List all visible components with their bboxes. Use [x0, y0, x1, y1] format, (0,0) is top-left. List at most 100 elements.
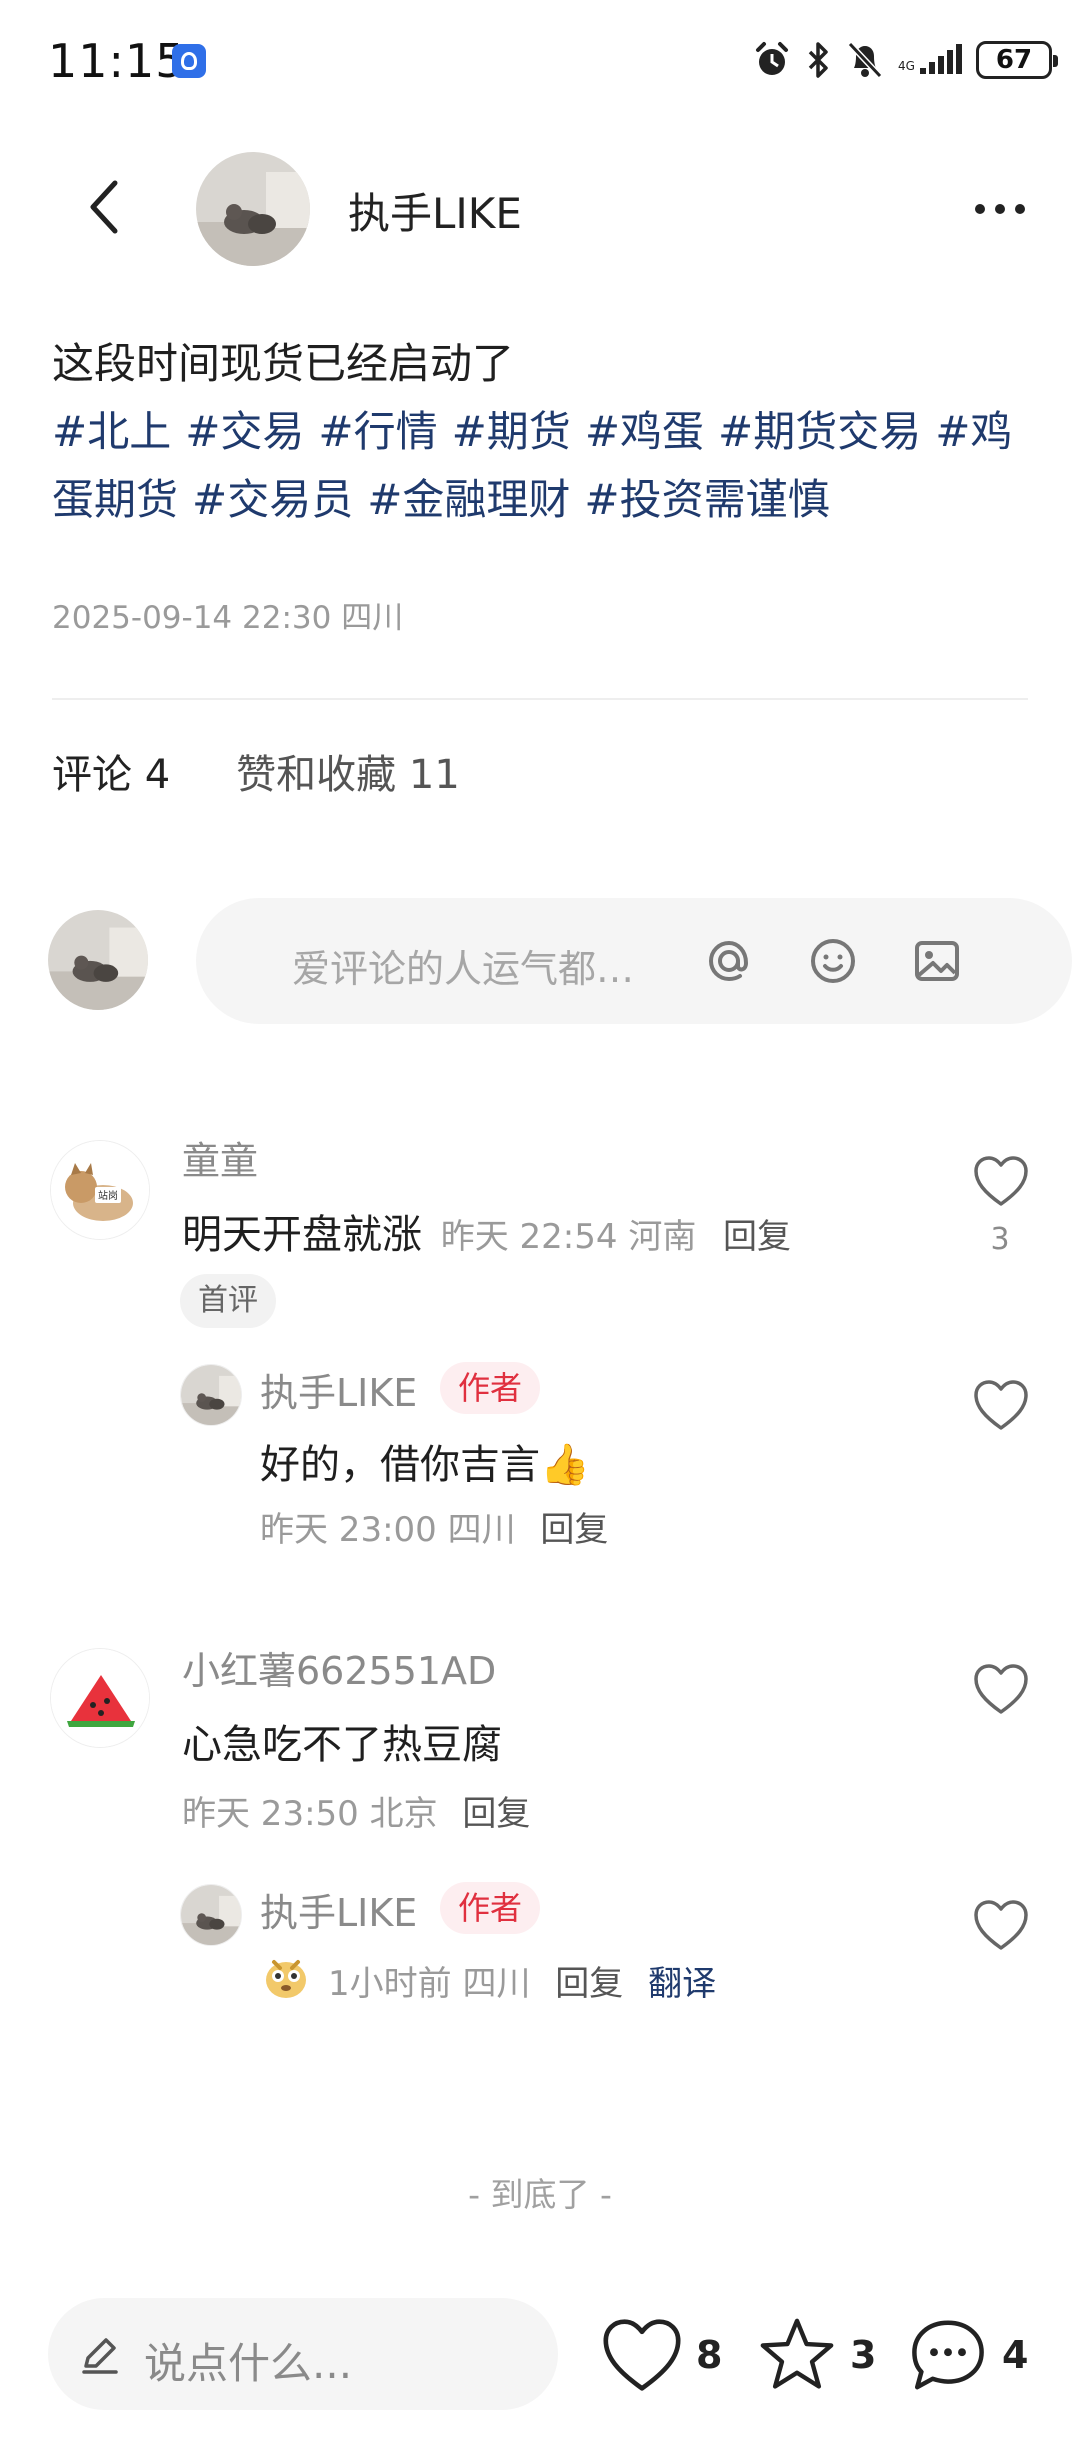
author-avatar[interactable] — [196, 152, 310, 266]
emoji-button[interactable] — [800, 928, 866, 994]
author-name[interactable]: 执手LIKE — [348, 180, 522, 241]
my-avatar — [48, 910, 148, 1010]
comment-count: 4 — [1002, 2333, 1029, 2377]
reply-meta: 昨天 23:00 四川 — [260, 1510, 516, 1550]
status-time: 11:15 — [48, 34, 186, 88]
heart-icon — [603, 2319, 681, 2391]
meerkat-sticker-icon — [266, 1960, 306, 1998]
tag-link[interactable]: #投资需谨慎 — [584, 475, 829, 524]
collect-count: 3 — [850, 2333, 877, 2377]
star-icon — [760, 2318, 834, 2389]
first-comment-badge: 首评 — [180, 1274, 276, 1328]
like-button[interactable]: 8 — [600, 2310, 722, 2400]
comment-text: 明天开盘就涨 — [182, 1212, 422, 1258]
pencil-icon — [82, 2338, 118, 2374]
tag-link[interactable]: #鸡蛋 — [585, 407, 704, 456]
tag-link[interactable]: #交易 — [185, 407, 304, 456]
divider — [52, 698, 1028, 700]
comment-like-button[interactable] — [970, 1658, 1032, 1720]
comment-button[interactable]: 4 — [906, 2310, 1028, 2400]
heart-icon — [974, 1664, 1028, 1714]
image-icon — [915, 941, 959, 981]
like-count: 8 — [696, 2333, 723, 2377]
image-button[interactable] — [904, 928, 970, 994]
dogs-photo-avatar — [196, 152, 310, 266]
comment-meta-row: 昨天 23:50 北京 回复 — [182, 1786, 530, 1835]
reply-meta: 1小时前 四川 — [328, 1964, 531, 2004]
tag-link[interactable]: #交易员 — [192, 475, 353, 524]
comment-tabs: 评论 4 赞和收藏 11 — [52, 742, 460, 802]
back-button[interactable] — [70, 172, 140, 242]
alarm-icon — [756, 42, 788, 75]
comment-text: 心急吃不了热豆腐 — [182, 1722, 502, 1768]
heart-icon — [974, 1900, 1028, 1950]
shiba-dog-avatar: 站岗 — [51, 1141, 149, 1239]
commenter-name[interactable]: 小红薯662551AD — [182, 1640, 496, 1695]
reply-like-button[interactable] — [970, 1894, 1032, 1956]
reply-button[interactable]: 回复 — [540, 1510, 608, 1550]
reply-button[interactable]: 回复 — [555, 1964, 623, 2004]
replier-name[interactable]: 执手LIKE — [260, 1362, 417, 1417]
reply-meta-row: 1小时前 四川 回复 翻译 — [328, 1956, 716, 2005]
comment-input-placeholder: 爱评论的人运气都… — [292, 947, 635, 991]
comment-composer: 爱评论的人运气都… — [48, 898, 1072, 1024]
heart-icon — [974, 1156, 1028, 1206]
battery-level: 67 — [995, 45, 1033, 75]
bluetooth-icon — [808, 42, 828, 78]
author-badge: 作者 — [440, 1362, 541, 1414]
more-options-button[interactable] — [960, 174, 1040, 244]
post-tags: #北上 #交易 #行情 #期货 #鸡蛋 #期货交易 #鸡蛋期货 #交易员 #金融理财 #投资需谨慎 — [52, 398, 1032, 534]
mention-button[interactable] — [696, 928, 762, 994]
mute-bell-icon — [847, 41, 883, 79]
dogs-photo-avatar — [181, 1365, 241, 1425]
bottom-action-bar: 说点什么... 8 3 4 — [0, 2280, 1080, 2440]
dogs-photo-avatar — [181, 1885, 241, 1945]
tab-comments[interactable]: 评论 4 — [52, 742, 170, 802]
notification-app-icon — [172, 44, 206, 78]
comment-meta: 昨天 23:50 北京 — [182, 1794, 438, 1834]
bottom-comment-input[interactable]: 说点什么... — [48, 2298, 558, 2410]
tag-link[interactable]: #期货 — [452, 407, 571, 456]
status-icons: 4G 67 — [752, 36, 1058, 84]
heart-icon — [974, 1380, 1028, 1430]
commenter-avatar[interactable] — [50, 1648, 150, 1748]
end-of-list-text: - 到底了 - — [468, 2175, 612, 2214]
comment-input[interactable]: 爱评论的人运气都… — [196, 898, 1072, 1024]
svg-text:4G: 4G — [898, 59, 915, 73]
smiley-icon — [811, 939, 855, 983]
watermelon-avatar — [51, 1649, 149, 1747]
reply-button[interactable]: 回复 — [723, 1217, 791, 1257]
author-badge: 作者 — [440, 1882, 541, 1934]
replier-avatar[interactable] — [180, 1884, 242, 1946]
post-body: 这段时间现货已经启动了 #北上 #交易 #行情 #期货 #鸡蛋 #期货交易 #鸡蛋期货 #交易… — [52, 330, 1032, 534]
tag-link[interactable]: #北上 — [52, 407, 171, 456]
status-bar: 11:15 4G 67 — [0, 0, 1080, 120]
chevron-left-icon — [90, 180, 118, 234]
post-meta: 2025-09-14 22:30 四川 — [52, 600, 404, 636]
dot-icon — [1015, 204, 1025, 214]
commenter-avatar[interactable]: 站岗 — [50, 1140, 150, 1240]
reply-button[interactable]: 回复 — [462, 1794, 530, 1834]
replier-avatar[interactable] — [180, 1364, 242, 1426]
reply-text: 好的，借你吉言👍 — [260, 1442, 590, 1488]
avatar-sign-text: 站岗 — [98, 1189, 118, 1202]
replier-name[interactable]: 执手LIKE — [260, 1882, 417, 1937]
tag-link[interactable]: #期货交易 — [718, 407, 921, 456]
post-text: 这段时间现货已经启动了 — [52, 339, 515, 388]
comment-meta: 昨天 22:54 河南 — [440, 1217, 697, 1257]
sticker-emoji — [260, 1950, 312, 2002]
battery-icon: 67 — [976, 41, 1058, 79]
dot-icon — [995, 204, 1005, 214]
reply-like-button[interactable] — [970, 1374, 1032, 1436]
collect-button[interactable]: 3 — [756, 2310, 876, 2400]
tab-likes-collects[interactable]: 赞和收藏 11 — [236, 742, 460, 802]
comment-like-count: 3 — [990, 1222, 1010, 1257]
dot-icon — [975, 204, 985, 214]
translate-button[interactable]: 翻译 — [648, 1964, 716, 2004]
tag-link[interactable]: #行情 — [318, 407, 437, 456]
comment-like-button[interactable] — [970, 1150, 1032, 1212]
tag-link[interactable]: #金融理财 — [367, 475, 570, 524]
dogs-photo-avatar — [48, 910, 148, 1010]
commenter-name[interactable]: 童童 — [182, 1130, 258, 1185]
comment-content: 明天开盘就涨 昨天 22:54 河南 回复 — [182, 1202, 791, 1260]
